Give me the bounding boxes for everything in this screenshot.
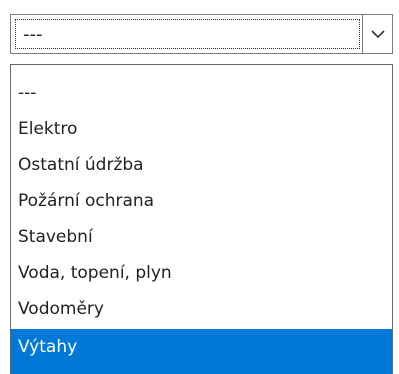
select-current-value: --- [23,24,43,45]
dropdown-list[interactable]: --- Elektro Ostatní údržba Požární ochra… [10,64,393,374]
dropdown-option-ostatni-udrzba[interactable]: Ostatní údržba [11,149,392,181]
focus-ring [15,19,360,49]
category-select[interactable]: --- [10,14,393,54]
dropdown-option-pozarni-ochrana[interactable]: Požární ochrana [11,185,392,217]
dropdown-option-vodomery[interactable]: Vodoměry [11,293,392,325]
dropdown-option-stavebni[interactable]: Stavební [11,221,392,253]
select-dropdown-button[interactable] [362,15,392,53]
dropdown-option-vytahy[interactable]: Výtahy [11,329,392,374]
dropdown-option-voda-topeni-plyn[interactable]: Voda, topení, plyn [11,257,392,289]
dropdown-option-empty[interactable]: --- [11,77,392,109]
dropdown-option-elektro[interactable]: Elektro [11,113,392,145]
chevron-down-icon [371,30,385,39]
